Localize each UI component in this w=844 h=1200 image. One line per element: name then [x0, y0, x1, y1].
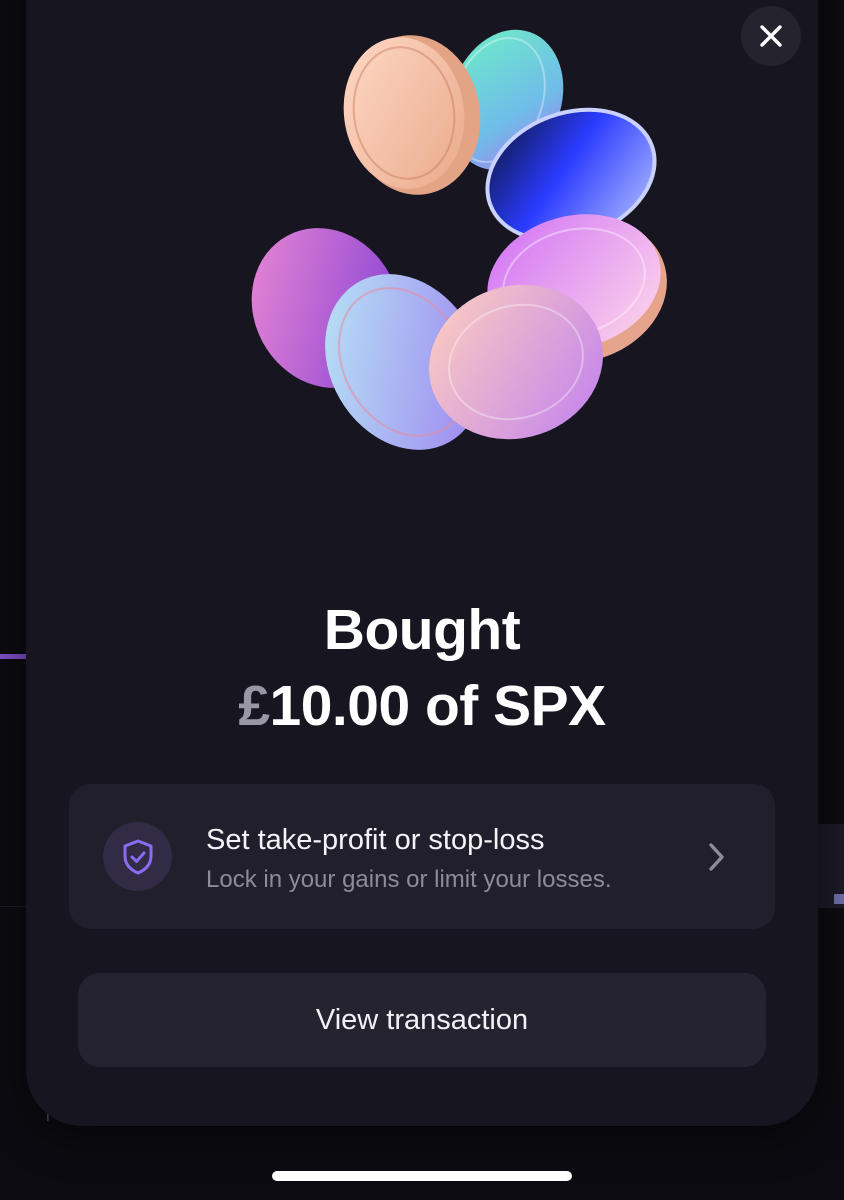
- background-panel-mark: [834, 894, 844, 904]
- close-icon: [760, 25, 782, 47]
- amount-text: 10.00 of SPX: [269, 674, 607, 738]
- close-button[interactable]: [741, 6, 801, 66]
- take-profit-stop-loss-card[interactable]: Set take-profit or stop-loss Lock in you…: [69, 784, 775, 929]
- purchase-confirmation-headline: Bought £10.00 of SPX: [0, 592, 844, 744]
- coins-illustration: [251, 29, 667, 450]
- headline-line1: Bought: [323, 598, 521, 662]
- currency-symbol: £: [238, 674, 270, 738]
- headline-line2: £10.00 of SPX: [0, 668, 844, 744]
- option-card-subtitle: Lock in your gains or limit your losses.: [206, 866, 612, 893]
- shield-check-icon: [123, 839, 152, 874]
- screen: r t: [0, 0, 844, 1200]
- home-indicator[interactable]: [272, 1171, 572, 1181]
- view-transaction-button[interactable]: View transaction: [78, 973, 766, 1067]
- option-card-title: Set take-profit or stop-loss: [206, 824, 545, 856]
- confirmation-sheet: Bought £10.00 of SPX Set take-profit or …: [26, 0, 818, 1126]
- shield-icon-badge: [103, 822, 172, 891]
- chevron-right-icon: [709, 843, 724, 871]
